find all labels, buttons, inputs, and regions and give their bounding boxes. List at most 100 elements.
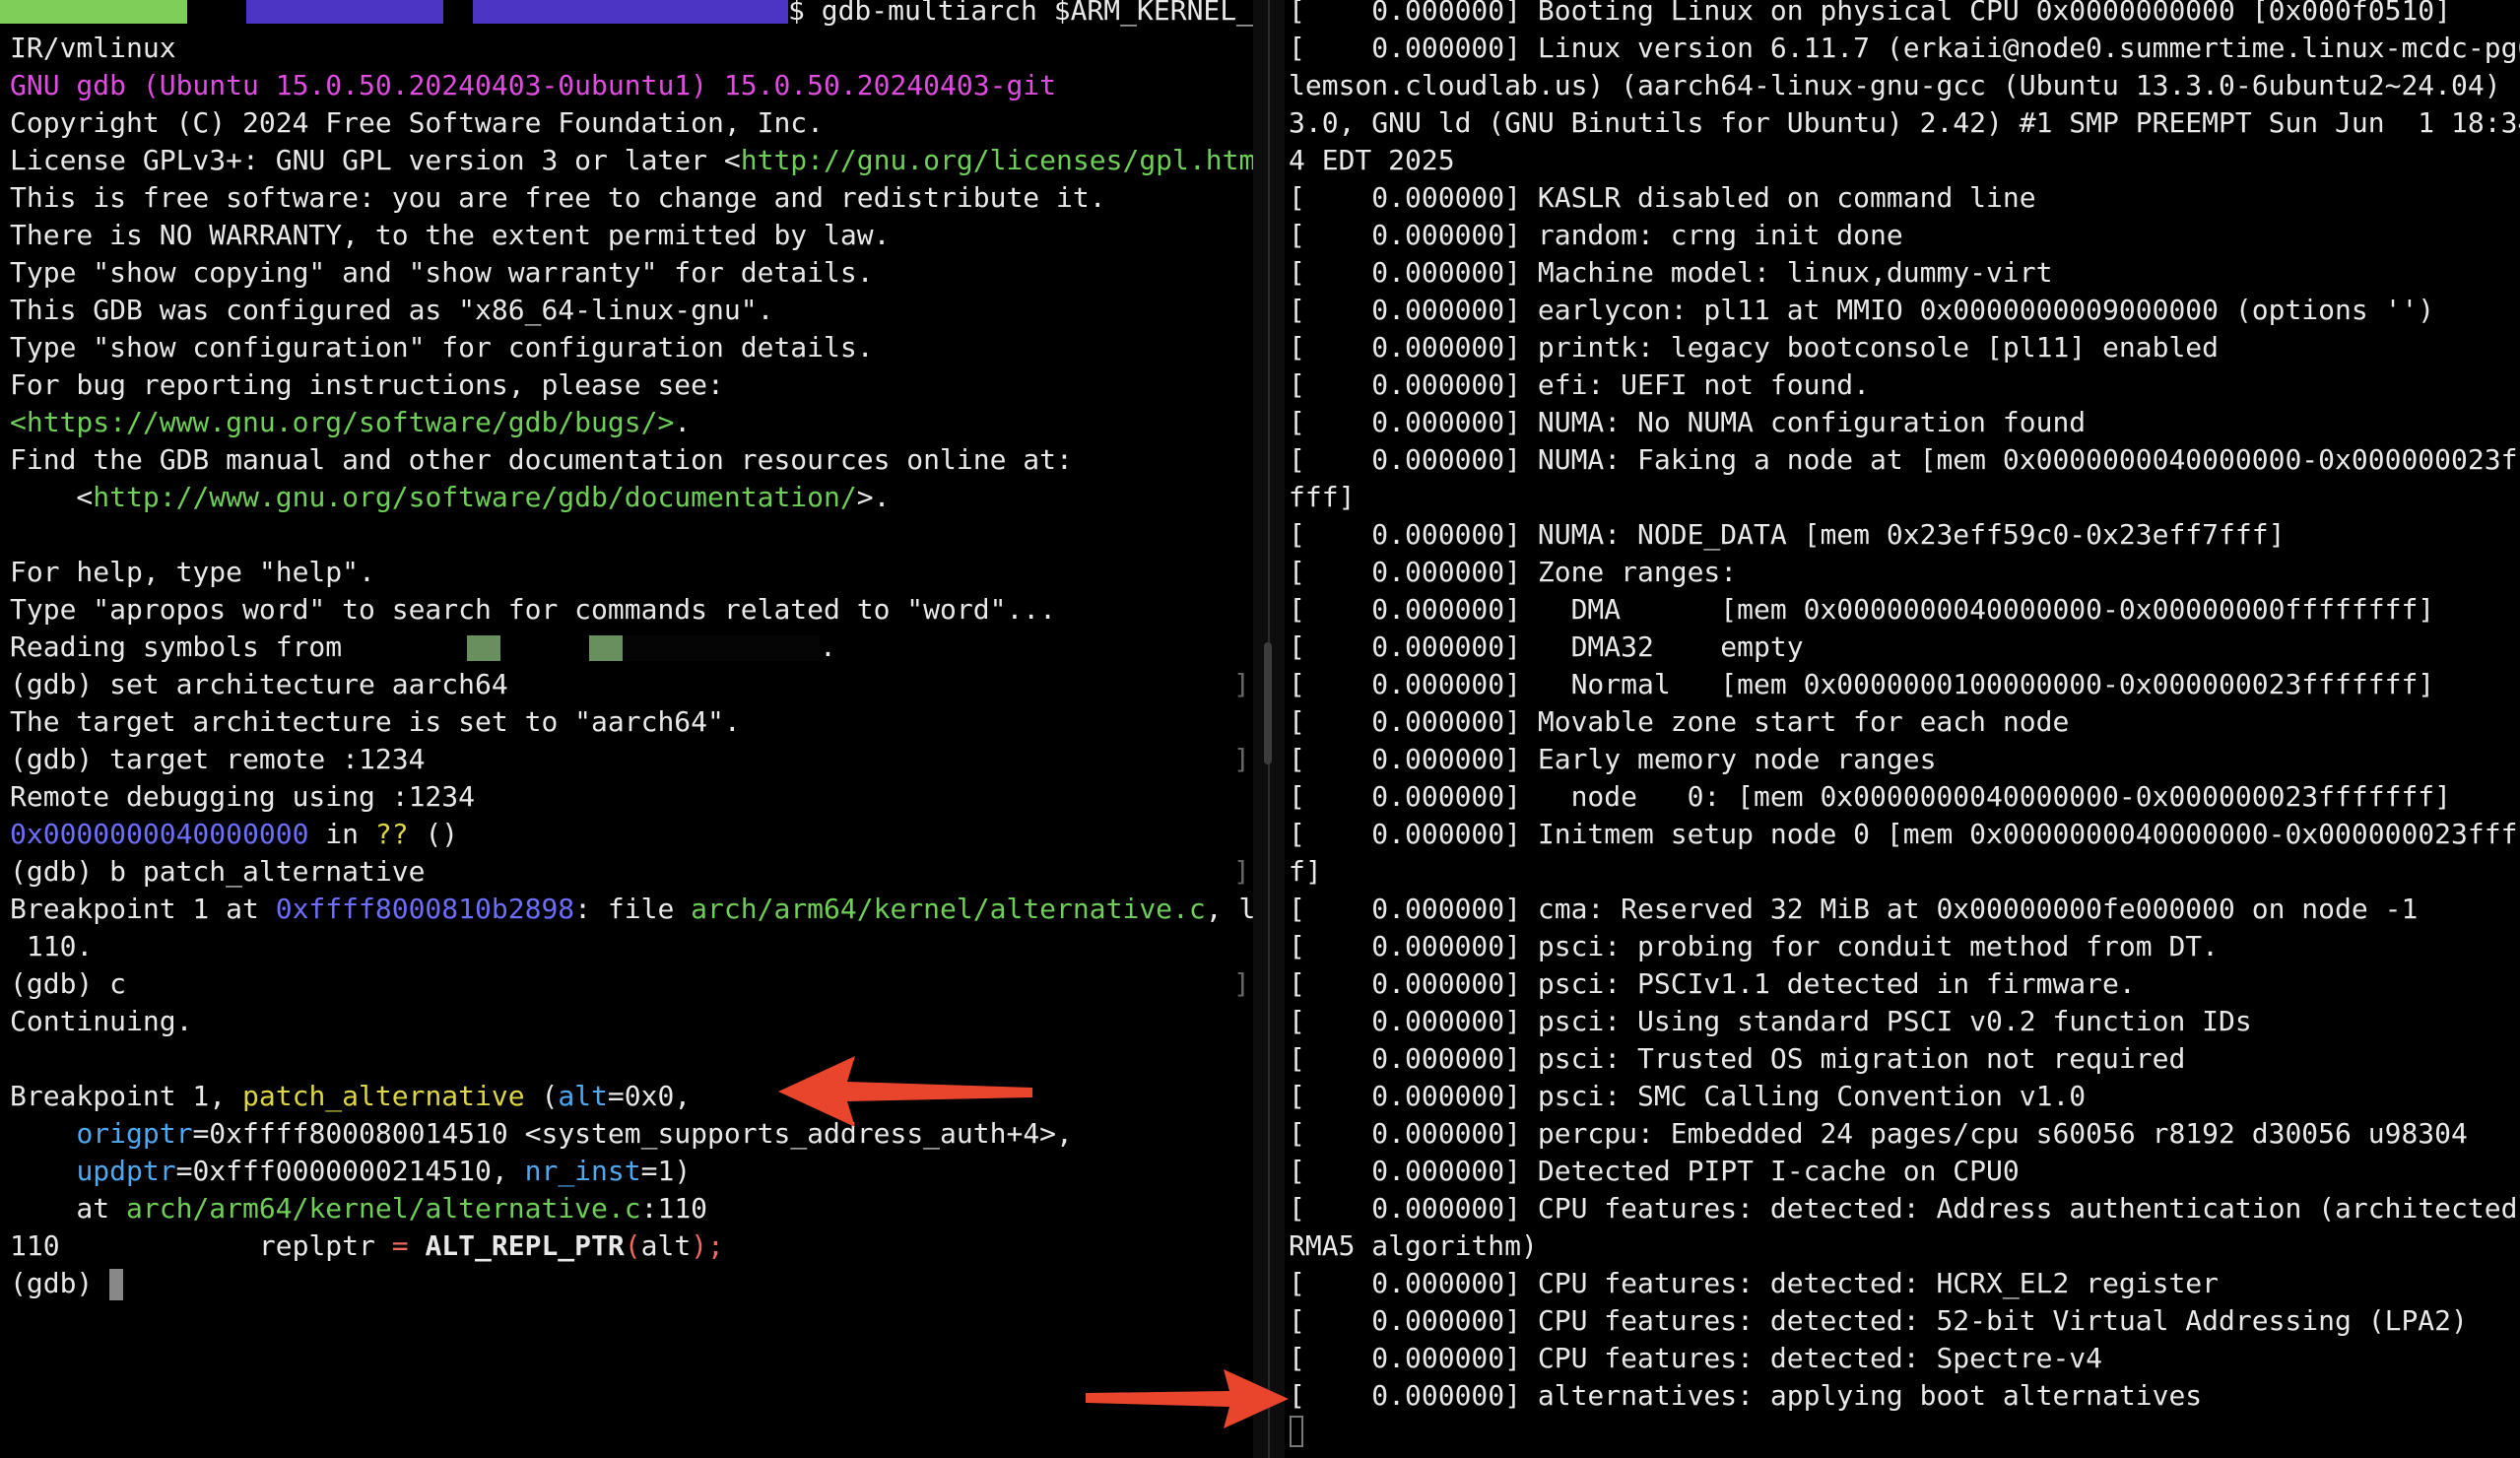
kernel-log-line: [ 0.000000] CPU features: detected: Addr… (1289, 1192, 2520, 1225)
kernel-log-line: [ 0.000000] Early memory node ranges (1289, 743, 1937, 775)
hit-open: ( (524, 1080, 559, 1112)
help-line: For help, type "help". (10, 556, 375, 588)
continuing-line: Continuing. (10, 1005, 193, 1037)
doc-url-line: <http://www.gnu.org/software/gdb/documen… (10, 479, 890, 516)
kernel-log-line: f] (1289, 855, 1322, 888)
bp-address: 0xffff8000810b2898 (275, 893, 575, 925)
configured-line: This GDB was configured as "x86_64-linux… (10, 294, 774, 326)
kernel-log-line: [ 0.000000] printk: legacy bootconsole [… (1289, 331, 2220, 364)
source-var: replptr (258, 1229, 392, 1262)
free-software-line: This is free software: you are free to c… (10, 181, 1106, 214)
kernel-log-pane[interactable]: [ 0.000000] Booting Linux on physical CP… (1285, 0, 2520, 1458)
kernel-log-line: 3.0, GNU ld (GNU Binutils for Ubuntu) 2.… (1289, 106, 2520, 139)
pc-parens: () (408, 818, 459, 850)
arg-updptr-value: =0xfff0000000214510, (175, 1155, 525, 1187)
kernel-log-line: 4 EDT 2025 (1289, 144, 1455, 176)
arg-origptr: origptr (76, 1117, 193, 1150)
gdb-prompt-line[interactable]: (gdb) (10, 1265, 124, 1302)
arg-nrinst: nr_inst (524, 1155, 641, 1187)
kernel-log-line: lemson.cloudlab.us) (aarch64-linux-gnu-g… (1289, 69, 2520, 101)
redacted-block (0, 0, 187, 24)
source-lineno: 110 (10, 1229, 60, 1262)
redacted-block (246, 0, 443, 24)
reading-symbols-line: Reading symbols from . (10, 629, 836, 666)
pc-function: ?? (374, 818, 409, 850)
kernel-log-line: [ 0.000000] NUMA: No NUMA configuration … (1289, 406, 2087, 438)
license-line: License GPLv3+: GNU GPL version 3 or lat… (10, 142, 1253, 179)
bugs-url-link[interactable]: <https://www.gnu.org/software/gdb/bugs/> (10, 406, 674, 438)
breakpoint-hit-line: Breakpoint 1, patch_alternative (alt=0x0… (10, 1078, 691, 1115)
doc-url-link[interactable]: http://www.gnu.org/software/gdb/document… (93, 481, 856, 513)
hit-function: patch_alternative (242, 1080, 525, 1112)
hit-prefix: Breakpoint 1, (10, 1080, 243, 1112)
kernel-log-line: [ 0.000000] KASLR disabled on command li… (1289, 181, 2036, 214)
license-url-link[interactable]: http://gnu.org/licenses/gpl.html (741, 144, 1253, 176)
kernel-log-line: [ 0.000000] psci: Using standard PSCI v0… (1289, 1005, 2252, 1037)
arg-indent (10, 1117, 76, 1150)
arg-updptr-line: updptr=0xfff0000000214510, nr_inst=1) (10, 1153, 691, 1190)
cmd-target-remote: (gdb) target remote :1234 (10, 743, 426, 775)
kernel-log-line: [ 0.000000] CPU features: detected: Spec… (1289, 1342, 2103, 1374)
at-label: at (10, 1192, 127, 1225)
kernel-log-line: [ 0.000000] NUMA: NODE_DATA [mem 0x23eff… (1289, 518, 2286, 551)
bp-file: arch/arm64/kernel/alternative.c (691, 893, 1206, 925)
arg-nrinst-value: =1) (640, 1155, 692, 1187)
source-indent (60, 1229, 259, 1262)
kernel-log-line: [ 0.000000] Zone ranges: (1289, 556, 1738, 588)
reading-symbols-end: . (820, 630, 836, 663)
source-eq: = (391, 1229, 409, 1262)
kernel-log-line: RMA5 algorithm) (1289, 1229, 1538, 1262)
kernel-log-line: [ 0.000000] Booting Linux on physical CP… (1289, 0, 2452, 27)
license-prefix: License GPLv3+: GNU GPL version 3 or lat… (10, 144, 741, 176)
bracket-mark: ] (1233, 855, 1250, 888)
source-open: ( (624, 1229, 641, 1262)
kernel-log-line: fff] (1289, 481, 1356, 513)
frame-location-line: at arch/arm64/kernel/alternative.c:110 (10, 1190, 707, 1227)
copyright-line: Copyright (C) 2024 Free Software Foundat… (10, 106, 825, 139)
bracket-mark: ] (1233, 967, 1250, 1000)
kernel-log-line: [ 0.000000] alternatives: applying boot … (1289, 1379, 2203, 1412)
arch-set-line: The target architecture is set to "aarch… (10, 705, 741, 738)
manual-line: Find the GDB manual and other documentat… (10, 443, 1073, 476)
gdb-terminal-pane[interactable]: $ gdb-multiarch $ARM_KERNEL_D IR/vmlinux… (0, 0, 1253, 1458)
reading-symbols-text: Reading symbols from (10, 630, 360, 663)
source-macro: ALT_REPL_PTR (408, 1229, 625, 1262)
path-fragment: IR/vmlinux (10, 32, 176, 64)
kernel-log-line: [ 0.000000] DMA32 empty (1289, 630, 1804, 663)
source-line: 110 replptr = ALT_REPL_PTR(alt); (10, 1227, 724, 1265)
doc-prefix: < (10, 481, 94, 513)
redacted-block (589, 635, 624, 661)
kernel-log-line: [ 0.000000] DMA [mem 0x0000000040000000-… (1289, 593, 2435, 626)
kernel-log-line: [ 0.000000] Movable zone start for each … (1289, 705, 2070, 738)
arg-indent (10, 1155, 76, 1187)
kernel-log-line: [ 0.000000] Detected PIPT I-cache on CPU… (1289, 1155, 2020, 1187)
kernel-log-line: [ 0.000000] random: crng init done (1289, 219, 1903, 251)
terminal-cursor (109, 1269, 124, 1300)
cmd-breakpoint: (gdb) b patch_alternative (10, 855, 426, 888)
kernel-log-line: [ 0.000000] Normal [mem 0x00000001000000… (1289, 668, 2435, 700)
source-arg: alt (640, 1229, 692, 1262)
kernel-log-line: [ 0.000000] CPU features: detected: 52-b… (1289, 1304, 2468, 1337)
arg-updptr: updptr (76, 1155, 176, 1187)
bug-reporting-line: For bug reporting instructions, please s… (10, 368, 724, 401)
apropos-line: Type "apropos word" to search for comman… (10, 593, 1057, 626)
kernel-log-line: [ 0.000000] NUMA: Faking a node at [mem … (1289, 443, 2520, 476)
pc-address: 0x0000000040000000 (10, 818, 309, 850)
shell-command-fragment: $ gdb-multiarch $ARM_KERNEL_D (788, 0, 1253, 27)
annotation-arrow-icon (1086, 1369, 1289, 1428)
doc-suffix: >. (856, 481, 891, 513)
remote-debugging-line: Remote debugging using :1234 (10, 780, 476, 813)
kernel-log-line: [ 0.000000] psci: Trusted OS migration n… (1289, 1042, 2186, 1075)
cmd-set-architecture: (gdb) set architecture aarch64 (10, 668, 508, 700)
kernel-log-line: [ 0.000000] CPU features: detected: HCRX… (1289, 1267, 2220, 1299)
annotation-arrow-icon (778, 1056, 1032, 1127)
scrollbar-thumb[interactable] (1264, 642, 1272, 764)
kernel-log-line: [ 0.000000] psci: probing for conduit me… (1289, 930, 2220, 962)
redacted-block (473, 0, 788, 24)
terminal-cursor-inactive (1290, 1416, 1303, 1447)
kernel-log-line: [ 0.000000] earlycon: pl11 at MMIO 0x000… (1289, 294, 2435, 326)
show-config-line: Type "show configuration" for configurat… (10, 331, 874, 364)
pc-location-line: 0x0000000040000000 in ?? () (10, 816, 458, 853)
at-line: :110 (640, 1192, 708, 1225)
breakpoint-line-cont: 110. (10, 930, 94, 962)
